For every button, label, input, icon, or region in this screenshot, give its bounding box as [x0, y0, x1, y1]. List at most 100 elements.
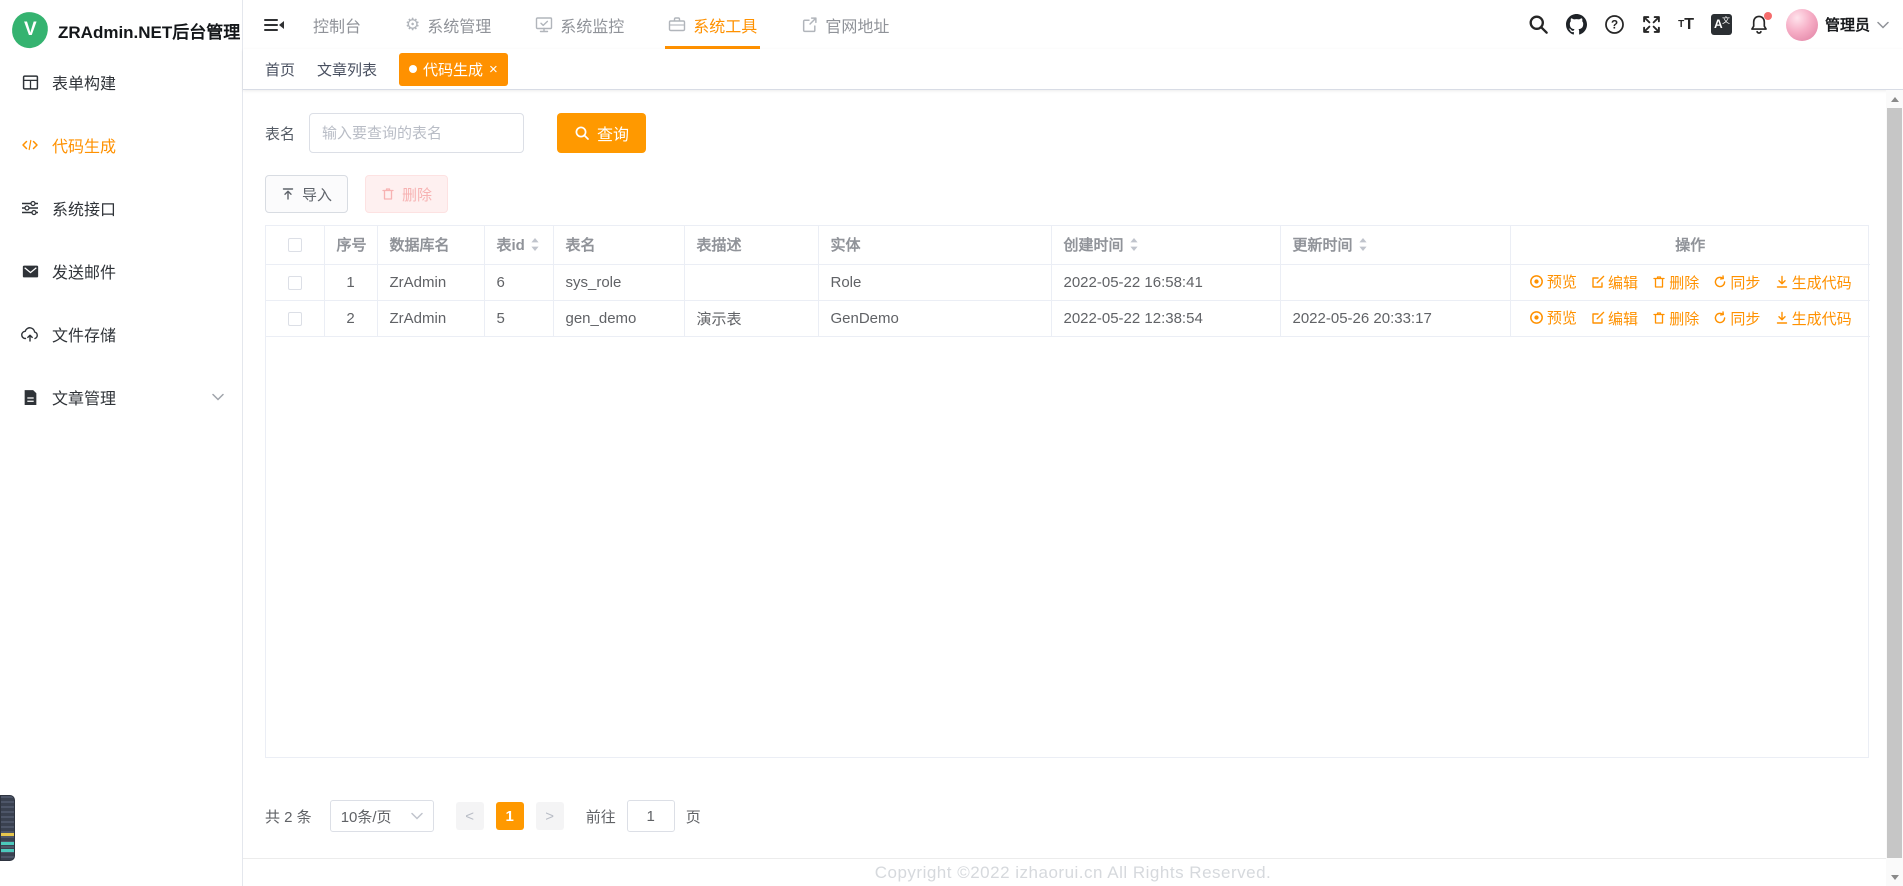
generate-code-link[interactable]: 生成代码: [1775, 272, 1852, 293]
nav-item-system-monitor[interactable]: 系统监控: [535, 0, 624, 49]
upload-icon: [282, 188, 294, 200]
monitor-icon: [535, 16, 553, 33]
font-size-icon[interactable]: TT: [1678, 16, 1694, 34]
language-icon[interactable]: A文: [1710, 14, 1732, 35]
select-all-checkbox[interactable]: [287, 238, 302, 253]
eye-icon: [1529, 311, 1543, 324]
sidebar-collapse-button[interactable]: [263, 16, 285, 34]
next-page-button[interactable]: >: [535, 802, 564, 830]
edit-link[interactable]: 编辑: [1591, 272, 1638, 293]
table-row: 2 ZrAdmin 5 gen_demo 演示表 GenDemo 2022-05…: [266, 300, 1870, 337]
user-menu[interactable]: 管理员: [1785, 8, 1889, 41]
sidebar-item-send-mail[interactable]: 发送邮件: [0, 251, 242, 291]
header-table-name: 表名: [553, 226, 685, 265]
sidebar-menu: 表单构建 代码生成 系统接口 发送邮件 文件存储 文章管理: [0, 60, 242, 417]
header-updated[interactable]: 更新时间: [1280, 226, 1511, 265]
row-checkbox[interactable]: [287, 311, 302, 326]
download-icon: [1776, 275, 1787, 288]
nav-item-system-tools[interactable]: 系统工具: [665, 0, 761, 49]
server-widget[interactable]: [0, 795, 15, 861]
tab-close-icon[interactable]: ×: [489, 62, 498, 77]
import-button[interactable]: 导入: [265, 175, 349, 213]
sort-icon[interactable]: [1358, 237, 1368, 252]
sort-icon[interactable]: [1129, 237, 1139, 252]
scroll-down-arrow[interactable]: [1886, 869, 1903, 885]
header-seq: 序号: [324, 226, 378, 265]
sidebar-item-form-builder[interactable]: 表单构建: [0, 62, 242, 102]
pagination: 共 2 条 10条/页 < 1 > 前往 页: [265, 800, 1903, 832]
search-icon: [575, 126, 589, 140]
sidebar-item-file-storage[interactable]: 文件存储: [0, 314, 242, 354]
sidebar-item-label: 代码生成: [52, 139, 117, 156]
edit-link[interactable]: 编辑: [1591, 308, 1638, 329]
header-table-desc: 表描述: [684, 226, 819, 265]
scroll-up-arrow[interactable]: [1886, 91, 1903, 107]
delete-link[interactable]: 删除: [1652, 308, 1699, 329]
sidebar-item-article-management[interactable]: 文章管理: [0, 377, 242, 417]
chevron-down-icon: [410, 812, 423, 820]
generate-code-link[interactable]: 生成代码: [1775, 308, 1852, 329]
help-icon[interactable]: ?: [1604, 14, 1625, 35]
table-row: 1 ZrAdmin 6 sys_role Role 2022-05-22 16:…: [266, 264, 1870, 301]
copyright-text: Copyright ©2022 izhaorui.cn All Rights R…: [874, 862, 1272, 882]
app-title: ZRAdmin.NET后台管理: [58, 22, 241, 42]
sidebar-item-code-generation[interactable]: 代码生成: [0, 125, 242, 165]
table-name-input[interactable]: [309, 113, 525, 153]
github-icon[interactable]: [1566, 14, 1588, 35]
app-window: V ZRAdmin.NET后台管理 表单构建 代码生成 系统接口 发送邮件 文件…: [0, 0, 1903, 886]
form-grid-icon: [20, 74, 40, 91]
nav-item-official-site[interactable]: 官网地址: [801, 0, 889, 49]
delete-link[interactable]: 删除: [1652, 272, 1699, 293]
notification-bell-icon[interactable]: [1749, 12, 1772, 35]
document-icon: [20, 389, 40, 406]
tab-home[interactable]: 首页: [265, 59, 295, 80]
gear-icon: ⚙: [405, 15, 421, 34]
page-1-button[interactable]: 1: [495, 802, 524, 830]
sync-icon: [1715, 311, 1726, 324]
avatar: [1785, 8, 1818, 41]
eye-icon: [1529, 275, 1543, 288]
tab-code-generation[interactable]: 代码生成 ×: [399, 52, 508, 86]
header-entity: 实体: [818, 226, 1052, 265]
sync-link[interactable]: 同步: [1713, 272, 1760, 293]
vertical-scrollbar[interactable]: [1886, 90, 1903, 886]
external-link-icon: [801, 16, 818, 33]
header-created[interactable]: 创建时间: [1051, 226, 1281, 265]
sidebar-item-label: 发送邮件: [52, 265, 117, 282]
sidebar: V ZRAdmin.NET后台管理 表单构建 代码生成 系统接口 发送邮件 文件…: [0, 0, 243, 886]
fullscreen-icon[interactable]: [1642, 15, 1661, 34]
nav-item-label: 系统监控: [560, 18, 625, 36]
header-table-id[interactable]: 表id: [484, 226, 554, 265]
table-toolbar: 导入 删除: [265, 175, 1903, 213]
sidebar-item-label: 表单构建: [52, 76, 117, 93]
sidebar-item-system-api[interactable]: 系统接口: [0, 188, 242, 228]
toolbox-icon: [668, 16, 686, 33]
preview-link[interactable]: 预览: [1529, 307, 1577, 328]
delete-button[interactable]: 删除: [365, 175, 449, 213]
nav-item-console[interactable]: 控制台: [313, 0, 361, 49]
search-icon[interactable]: [1528, 14, 1549, 35]
goto-label: 前往: [585, 808, 616, 826]
sort-icon[interactable]: [530, 237, 540, 252]
scrollbar-thumb[interactable]: [1887, 108, 1902, 858]
app-logo[interactable]: V ZRAdmin.NET后台管理: [0, 0, 242, 60]
row-checkbox[interactable]: [287, 275, 302, 290]
download-icon: [1776, 311, 1787, 324]
tab-bar: 首页 文章列表 代码生成 ×: [243, 49, 1903, 90]
page-size-select[interactable]: 10条/页: [329, 800, 434, 832]
edit-icon: [1592, 275, 1605, 288]
tab-article-list[interactable]: 文章列表: [317, 59, 377, 80]
table-header-row: 序号 数据库名 表id 表名 表描述 实体 创建时间 更新时间 操作: [266, 226, 1870, 265]
goto-page-input[interactable]: [626, 800, 675, 832]
active-tab-dot: [409, 65, 418, 73]
nav-item-system-management[interactable]: ⚙ 系统管理: [405, 0, 491, 49]
preview-link[interactable]: 预览: [1529, 271, 1577, 292]
total-count: 共 2 条: [265, 808, 312, 826]
main-area: 控制台 ⚙ 系统管理 系统监控 系统工具 官网地址 ? T T A 文 管理员 …: [243, 0, 1903, 886]
prev-page-button[interactable]: <: [455, 802, 484, 830]
search-form: 表名 查询: [265, 113, 1903, 153]
query-button[interactable]: 查询: [557, 113, 647, 153]
navbar-actions: ? TT A文 管理员: [1528, 8, 1889, 41]
sync-link[interactable]: 同步: [1713, 308, 1760, 329]
trash-icon: [382, 188, 394, 200]
